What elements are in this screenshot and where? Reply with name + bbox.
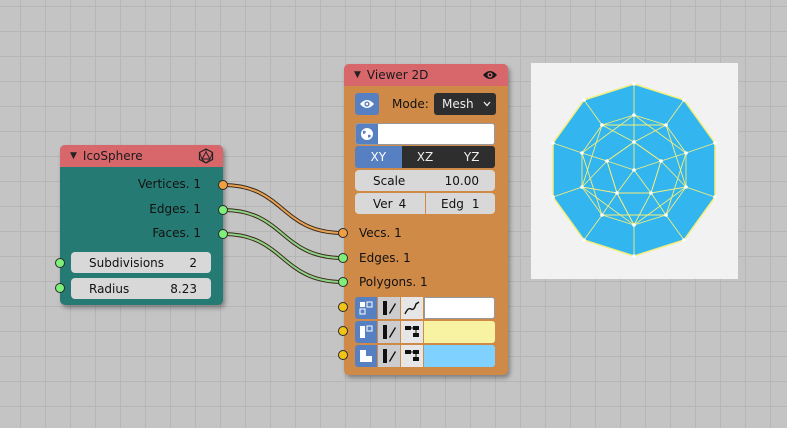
edge-color-swatch[interactable] xyxy=(424,321,495,343)
input-polygons-label: Polygons. 1 xyxy=(359,275,428,289)
globe-icon xyxy=(356,124,378,144)
curve-icon[interactable] xyxy=(401,297,423,319)
vertex-color-row[interactable] xyxy=(355,297,495,319)
polygons-input-socket[interactable] xyxy=(338,277,348,287)
icosphere-node[interactable]: ▼ IcoSphere Vertices. 1 Edges. 1 Faces. … xyxy=(60,145,223,305)
vertex-display-icon[interactable] xyxy=(355,297,377,319)
tab-xy[interactable]: XY xyxy=(355,146,402,168)
edg-value: 1 xyxy=(471,196,480,211)
node-title: Viewer 2D xyxy=(366,68,429,82)
scale-field[interactable]: Scale 10.00 xyxy=(355,170,495,191)
collapse-triangle-icon[interactable]: ▼ xyxy=(70,151,77,161)
chevron-down-icon xyxy=(483,101,491,107)
object-picker[interactable] xyxy=(355,123,495,145)
input-edges-label: Edges. 1 xyxy=(359,251,411,265)
vertex-color-swatch[interactable] xyxy=(424,297,495,319)
vertex-color-socket[interactable] xyxy=(338,302,348,312)
plane-tab-bar: XY XZ YZ xyxy=(355,146,496,168)
ver-field[interactable]: Ver 4 xyxy=(355,193,425,214)
vertices-output-socket[interactable] xyxy=(218,180,228,190)
radius-field[interactable]: Radius 8.23 xyxy=(71,278,211,299)
ver-label: Ver xyxy=(373,196,393,211)
output-edges-label: Edges. 1 xyxy=(149,202,201,216)
collapse-triangle-icon[interactable]: ▼ xyxy=(354,70,361,80)
tab-xy-label: XY xyxy=(370,150,387,164)
radius-input-socket[interactable] xyxy=(55,283,65,293)
viewer-2d-node[interactable]: ▼ Viewer 2D Mode: Mesh XY XZ YZ Scale 10… xyxy=(344,64,508,375)
view-toggle-button[interactable] xyxy=(355,93,379,115)
icosphere-preview-drawing xyxy=(551,82,717,258)
scale-value: 10.00 xyxy=(444,173,479,188)
node-tree-icon[interactable] xyxy=(401,345,423,367)
output-vertices-label: Vertices. 1 xyxy=(137,177,201,191)
icosphere-icon xyxy=(198,148,214,164)
tab-xz[interactable]: XZ xyxy=(401,146,449,168)
faces-output-socket[interactable] xyxy=(218,229,228,239)
tab-yz[interactable]: YZ xyxy=(448,146,496,168)
eye-icon xyxy=(359,98,375,110)
polygon-color-socket[interactable] xyxy=(338,350,348,360)
subdivisions-value: 2 xyxy=(189,255,197,270)
node-title: IcoSphere xyxy=(82,149,143,163)
mode-label: Mode: xyxy=(392,97,429,111)
polygon-display-icon[interactable] xyxy=(355,345,377,367)
subdivisions-input-socket[interactable] xyxy=(55,258,65,268)
viewer-node-header[interactable]: ▼ Viewer 2D xyxy=(344,64,508,86)
edges-input-socket[interactable] xyxy=(338,253,348,263)
subdivisions-label: Subdivisions xyxy=(89,255,165,270)
color-attribute-icon[interactable] xyxy=(378,321,400,343)
polygon-color-swatch[interactable] xyxy=(424,345,495,367)
polygon-color-row[interactable] xyxy=(355,345,495,367)
input-vecs-label: Vecs. 1 xyxy=(359,226,402,240)
subdivisions-field[interactable]: Subdivisions 2 xyxy=(71,252,211,273)
edges-output-socket[interactable] xyxy=(218,205,228,215)
edg-field[interactable]: Edg 1 xyxy=(426,193,495,214)
output-faces-label: Faces. 1 xyxy=(152,226,201,240)
tab-xz-label: XZ xyxy=(416,150,434,164)
edg-label: Edg xyxy=(441,196,464,211)
mode-value: Mesh xyxy=(442,97,474,111)
color-attribute-icon[interactable] xyxy=(378,297,400,319)
edge-color-row[interactable] xyxy=(355,321,495,343)
color-attribute-icon[interactable] xyxy=(378,345,400,367)
viewer-2d-preview xyxy=(531,63,738,279)
node-tree-icon[interactable] xyxy=(401,321,423,343)
radius-label: Radius xyxy=(89,281,130,296)
eye-icon[interactable] xyxy=(482,69,498,81)
edge-color-socket[interactable] xyxy=(338,326,348,336)
edge-display-icon[interactable] xyxy=(355,321,377,343)
scale-label: Scale xyxy=(373,173,406,188)
icosphere-node-header[interactable]: ▼ IcoSphere xyxy=(60,145,223,167)
mode-dropdown[interactable]: Mesh xyxy=(434,93,496,115)
ver-value: 4 xyxy=(398,196,407,211)
tab-yz-label: YZ xyxy=(463,150,480,164)
vecs-input-socket[interactable] xyxy=(338,228,348,238)
radius-value: 8.23 xyxy=(170,281,197,296)
